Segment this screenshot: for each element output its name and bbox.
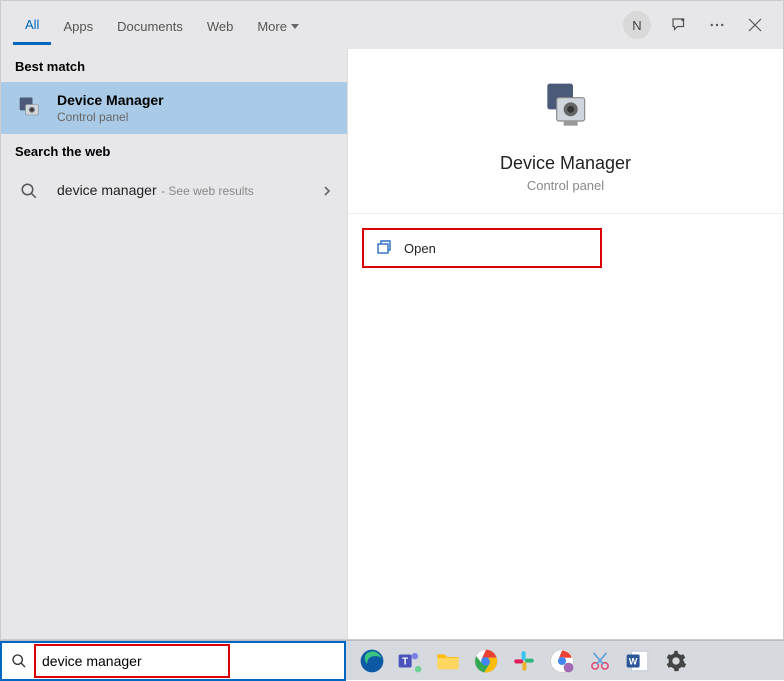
web-search-result[interactable]: device manager - See web results xyxy=(1,167,347,215)
result-subtitle: Control panel xyxy=(57,110,164,124)
device-manager-large-icon xyxy=(538,79,594,135)
close-icon[interactable] xyxy=(745,15,765,35)
top-actions: N xyxy=(623,11,771,39)
preview-header: Device Manager Control panel xyxy=(348,49,783,214)
content-area: Best match Device Manager Control panel … xyxy=(1,49,783,639)
preview-actions: Open xyxy=(348,214,783,282)
feedback-icon[interactable] xyxy=(669,15,689,35)
filter-tabs: All Apps Documents Web More xyxy=(13,5,623,45)
top-bar: All Apps Documents Web More N xyxy=(1,1,783,49)
svg-text:W: W xyxy=(629,656,638,666)
user-avatar[interactable]: N xyxy=(623,11,651,39)
tab-web[interactable]: Web xyxy=(195,7,246,44)
preview-title: Device Manager xyxy=(500,153,631,174)
more-options-icon[interactable] xyxy=(707,15,727,35)
results-pane: Best match Device Manager Control panel … xyxy=(1,49,347,639)
snip-icon[interactable] xyxy=(586,647,614,675)
search-icon xyxy=(2,653,36,669)
chevron-down-icon xyxy=(291,24,299,29)
open-action[interactable]: Open xyxy=(362,228,602,268)
search-input[interactable] xyxy=(42,647,222,675)
taskbar: T W xyxy=(0,640,784,680)
teams-icon[interactable]: T xyxy=(396,647,424,675)
chevron-right-icon xyxy=(321,185,333,197)
chrome-icon[interactable] xyxy=(472,647,500,675)
slack-icon[interactable] xyxy=(510,647,538,675)
word-icon[interactable]: W xyxy=(624,647,652,675)
file-explorer-icon[interactable] xyxy=(434,647,462,675)
svg-text:T: T xyxy=(402,656,408,667)
device-manager-icon xyxy=(15,94,43,122)
tab-more-label: More xyxy=(257,19,287,34)
taskbar-search[interactable] xyxy=(0,641,346,681)
section-best-match: Best match xyxy=(1,49,347,82)
result-device-manager[interactable]: Device Manager Control panel xyxy=(1,82,347,134)
web-result-text: device manager - See web results xyxy=(57,182,254,200)
settings-icon[interactable] xyxy=(662,647,690,675)
chrome-profile-icon[interactable] xyxy=(548,647,576,675)
search-icon xyxy=(15,177,43,205)
open-label: Open xyxy=(404,241,436,256)
preview-subtitle: Control panel xyxy=(527,178,604,193)
preview-pane: Device Manager Control panel Open xyxy=(347,49,783,639)
result-text: Device Manager Control panel xyxy=(57,92,164,124)
taskbar-apps: T W xyxy=(346,647,690,675)
section-search-web: Search the web xyxy=(1,134,347,167)
tab-all[interactable]: All xyxy=(13,5,51,45)
tab-documents[interactable]: Documents xyxy=(105,7,195,44)
tab-more[interactable]: More xyxy=(245,7,311,44)
open-icon xyxy=(376,240,392,256)
web-result-hint: - See web results xyxy=(161,184,254,198)
edge-icon[interactable] xyxy=(358,647,386,675)
search-panel: All Apps Documents Web More N Best match xyxy=(0,0,784,640)
search-highlight xyxy=(34,644,230,678)
tab-apps[interactable]: Apps xyxy=(51,7,105,44)
result-title: Device Manager xyxy=(57,92,164,108)
web-result-query: device manager xyxy=(57,182,157,198)
